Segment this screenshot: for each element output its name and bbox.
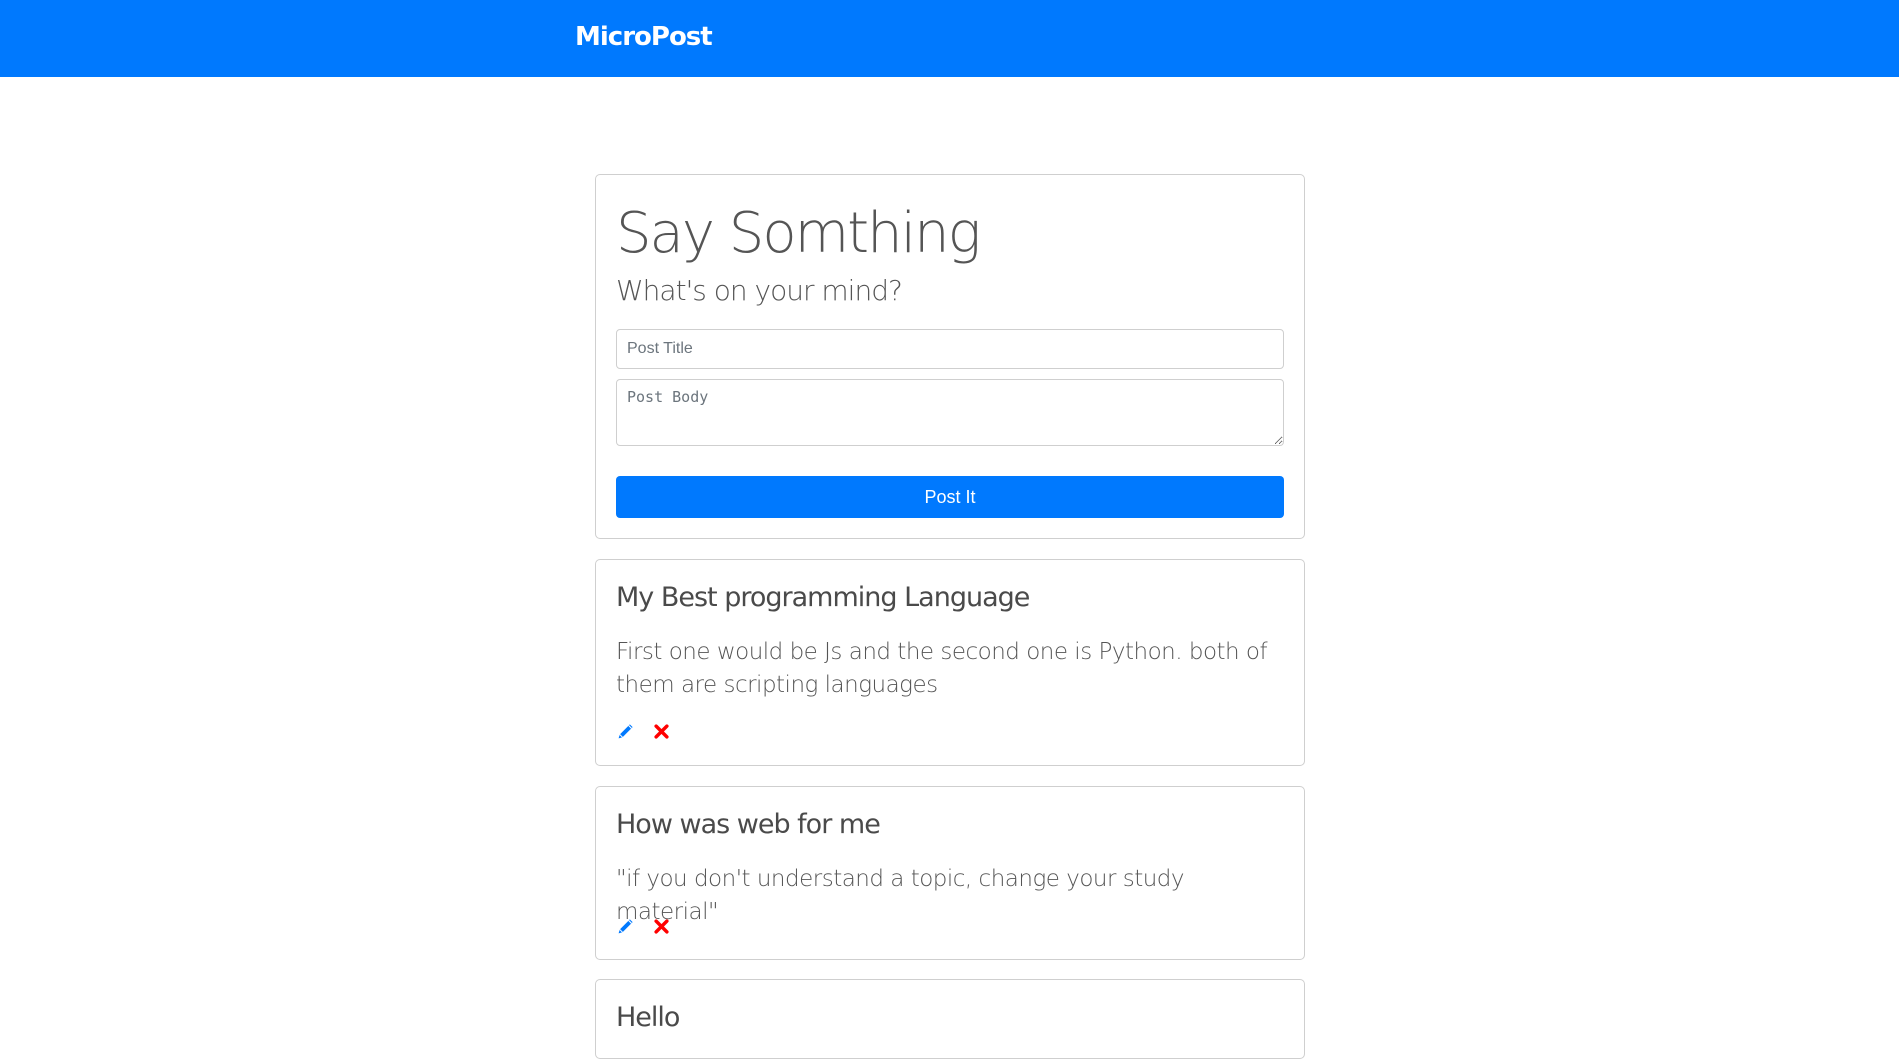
post-form-card: Say Somthing What's on your mind? Post I… (595, 174, 1305, 539)
form-heading: Say Somthing (616, 201, 981, 266)
post-card: Hello (595, 979, 1305, 1059)
post-body: First one would be Js and the second one… (616, 639, 1268, 698)
brand-logo[interactable]: MicroPost (575, 22, 713, 52)
close-icon[interactable] (652, 722, 670, 740)
navbar: MicroPost (0, 0, 1899, 77)
post-title-input[interactable] (616, 329, 1284, 369)
pencil-icon[interactable] (616, 722, 634, 740)
pencil-icon-svg (618, 723, 633, 738)
post-body: "if you don't understand a topic, change… (616, 866, 1185, 925)
post-body-input[interactable] (616, 379, 1284, 446)
post-actions (616, 917, 670, 935)
close-icon-svg (653, 723, 669, 739)
close-icon-svg (653, 918, 669, 934)
pencil-icon-svg (618, 918, 633, 933)
post-title: Hello (616, 1002, 680, 1033)
post-card: How was web for me "if you don't underst… (595, 786, 1305, 960)
post-actions (616, 722, 670, 740)
post-it-button[interactable]: Post It (616, 476, 1284, 518)
form-lead: What's on your mind? (616, 274, 903, 307)
post-card: My Best programming Language First one w… (595, 559, 1305, 766)
post-title: How was web for me (616, 809, 881, 840)
close-icon[interactable] (652, 917, 670, 935)
post-title: My Best programming Language (616, 582, 1030, 613)
pencil-icon[interactable] (616, 917, 634, 935)
